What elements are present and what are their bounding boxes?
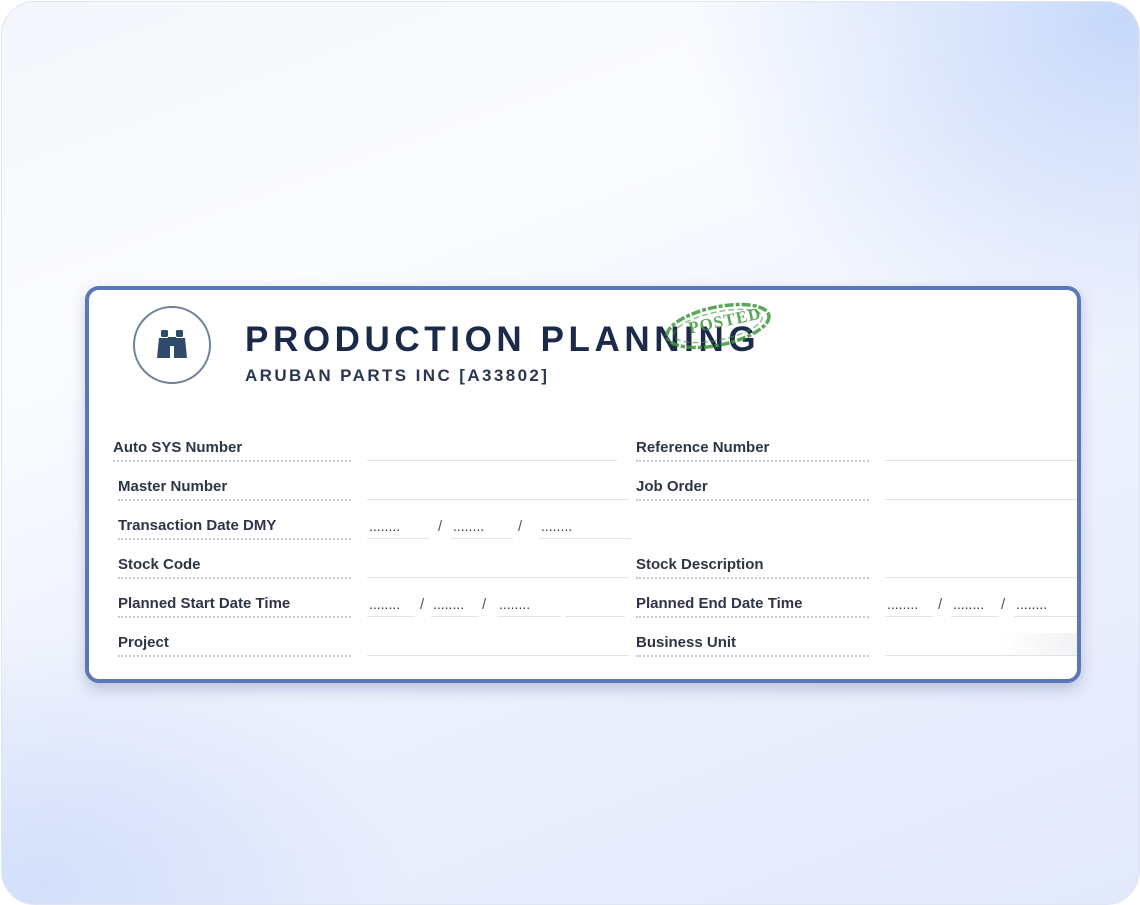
master-number-label: Master Number [118,477,351,501]
business-unit-field[interactable] [885,633,1077,656]
date-separator: / [482,596,487,613]
stock-description-field[interactable] [885,555,1077,578]
stock-code-field[interactable] [367,555,629,578]
date-separator: / [420,596,425,613]
stock-description-label: Stock Description [636,555,869,579]
planned-end-month[interactable]: ........ [951,594,999,617]
reference-number-field[interactable] [885,438,1077,461]
planned-end-year[interactable]: ........ [1014,594,1077,617]
planned-start-day[interactable]: ........ [367,594,415,617]
job-order-field[interactable] [885,477,1077,500]
planned-start-time[interactable] [565,594,625,617]
planned-end-label: Planned End Date Time [636,594,869,618]
business-unit-label: Business Unit [636,633,869,657]
transaction-date-label: Transaction Date DMY [118,516,351,540]
project-field[interactable] [367,633,629,656]
project-label: Project [118,633,351,657]
planned-end-day[interactable]: ........ [885,594,933,617]
transaction-date-day[interactable]: ........ [367,516,429,539]
date-separator: / [438,518,443,535]
date-separator: / [938,596,943,613]
logo-badge [133,306,211,384]
transaction-date-month[interactable]: ........ [451,516,513,539]
planned-start-label: Planned Start Date Time [118,594,351,618]
planned-start-year[interactable]: ........ [497,594,561,617]
date-separator: / [518,518,523,535]
background-frame: PRODUCTION PLANNING ARUBAN PARTS INC [A3… [1,1,1140,905]
production-planning-form: PRODUCTION PLANNING ARUBAN PARTS INC [A3… [85,286,1081,683]
binoculars-icon [157,330,187,358]
stock-code-label: Stock Code [118,555,351,579]
master-number-field[interactable] [367,477,629,500]
auto-sys-number-label: Auto SYS Number [113,438,351,462]
company-name: ARUBAN PARTS INC [A33802] [245,366,550,385]
job-order-label: Job Order [636,477,869,501]
planned-start-month[interactable]: ........ [431,594,479,617]
reference-number-label: Reference Number [636,438,869,462]
auto-sys-number-field[interactable] [367,438,617,461]
transaction-date-year[interactable]: ........ [539,516,631,539]
date-separator: / [1001,596,1006,613]
